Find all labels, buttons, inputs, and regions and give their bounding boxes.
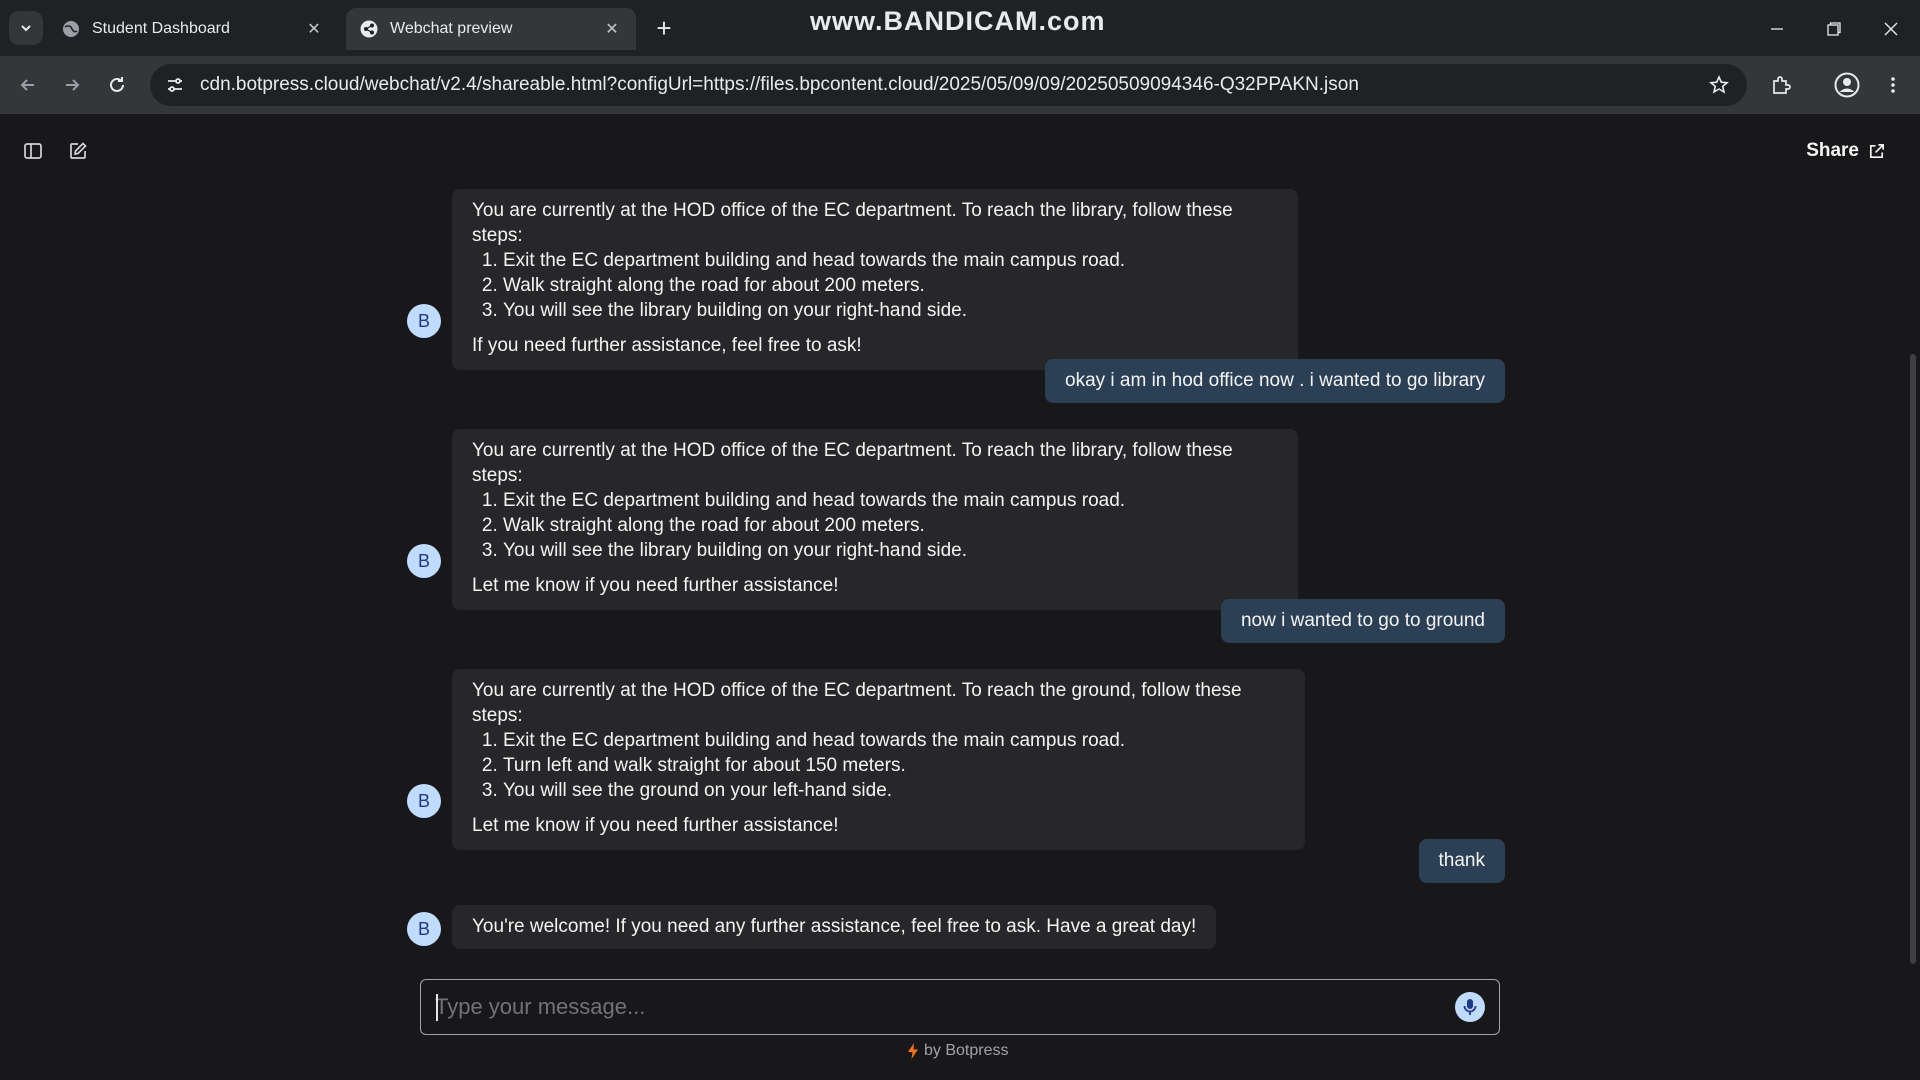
message-composer [420,979,1500,1035]
sidebar-toggle-icon[interactable] [18,136,48,166]
share-label: Share [1806,140,1859,161]
bot-message: You are currently at the HOD office of t… [452,189,1298,370]
bot-message-outro: Let me know if you need further assistan… [472,575,839,596]
bot-message-bubble: You are currently at the HOD office of t… [452,189,1298,370]
list-item: You will see the library building on you… [503,538,1278,563]
reload-button[interactable] [100,68,134,102]
list-item: Exit the EC department building and head… [503,728,1285,753]
list-item: You will see the ground on your left-han… [503,778,1285,803]
list-item: You will see the library building on you… [503,298,1278,323]
bot-steps-list: Exit the EC department building and head… [472,728,1285,803]
tab-search-button[interactable] [9,11,43,45]
external-link-icon [1869,143,1885,158]
window-close-icon[interactable] [1876,14,1906,44]
bot-message-intro: You are currently at the HOD office of t… [472,680,1242,726]
new-chat-icon[interactable] [63,136,93,166]
restore-icon[interactable] [1819,14,1849,44]
bot-avatar: B [407,304,441,338]
microphone-button[interactable] [1455,992,1485,1022]
bot-steps-list: Exit the EC department building and head… [472,488,1278,563]
bot-message-bubble: You are currently at the HOD office of t… [452,669,1305,850]
reload-icon [110,77,124,92]
user-message-bubble: now i wanted to go to ground [1220,599,1505,643]
bot-avatar: B [407,912,441,946]
list-item: Walk straight along the road for about 2… [503,273,1278,298]
powered-by-botpress[interactable]: by Botpress [908,1042,1008,1060]
site-settings-icon[interactable] [154,64,196,106]
tab-student-dashboard[interactable]: Student Dashboard ✕ [48,8,338,50]
list-item: Exit the EC department building and head… [503,248,1278,273]
browser-toolbar: cdn.botpress.cloud/webchat/v2.4/shareabl… [0,56,1920,114]
close-icon[interactable]: ✕ [602,19,622,39]
bot-avatar: B [407,544,441,578]
arrow-right-icon [66,79,80,91]
share-nodes-icon [360,20,378,38]
microphone-icon [1463,999,1477,1015]
bot-message: You are currently at the HOD office of t… [452,429,1298,610]
back-button[interactable] [11,68,45,102]
bot-avatar: B [407,784,441,818]
forward-button[interactable] [55,68,89,102]
puzzle-icon [1773,76,1791,94]
bot-message-intro: You are currently at the HOD office of t… [472,200,1233,246]
new-tab-button[interactable]: + [650,14,678,42]
text-caret [436,994,438,1021]
user-message-bubble: thank [1418,839,1505,883]
browser-tab-bar: Student Dashboard ✕ Webchat preview ✕ + … [0,0,1920,56]
list-item: Exit the EC department building and head… [503,488,1278,513]
bookmark-star-icon[interactable] [1699,65,1739,105]
browser-menu-button[interactable] [1876,68,1910,102]
bot-message-bubble: You're welcome! If you need any further … [452,905,1217,949]
tab-webchat-preview[interactable]: Webchat preview ✕ [346,8,636,50]
profile-avatar-icon [1834,72,1860,98]
list-item: Turn left and walk straight for about 15… [503,753,1285,778]
url-text[interactable]: cdn.botpress.cloud/webchat/v2.4/shareabl… [200,74,1699,96]
powered-by-label: by Botpress [924,1042,1009,1059]
more-vertical-icon [1891,77,1895,93]
chevron-down-icon [21,25,31,32]
webchat-page: Share You are currently at the HOD offic… [0,114,1920,1080]
close-icon[interactable]: ✕ [304,19,324,39]
recording-watermark: www.BANDICAM.com [810,6,1106,36]
share-button[interactable]: Share [1806,140,1886,162]
minimize-icon[interactable] [1762,14,1792,44]
bot-message: You are currently at the HOD office of t… [452,669,1305,850]
bot-message-outro: If you need further assistance, feel fre… [472,335,862,356]
bot-message-intro: You are currently at the HOD office of t… [472,440,1233,486]
bot-message-outro: Let me know if you need further assistan… [472,815,839,836]
lightning-bolt-icon [908,1043,918,1059]
profile-button[interactable] [1830,68,1864,102]
tab-title: Student Dashboard [92,20,230,37]
user-message-bubble: okay i am in hod office now . i wanted t… [1045,359,1505,403]
address-bar[interactable]: cdn.botpress.cloud/webchat/v2.4/shareabl… [150,64,1747,106]
bot-steps-list: Exit the EC department building and head… [472,248,1278,323]
arrow-left-icon [20,79,34,91]
tab-title: Webchat preview [390,20,513,37]
globe-icon [62,20,80,38]
extensions-button[interactable] [1764,68,1798,102]
message-input[interactable] [435,980,1435,1034]
list-item: Walk straight along the road for about 2… [503,513,1278,538]
chat-scrollbar[interactable] [1910,354,1916,964]
bot-message: You're welcome! If you need any further … [452,905,1217,949]
bot-message-bubble: You are currently at the HOD office of t… [452,429,1298,610]
